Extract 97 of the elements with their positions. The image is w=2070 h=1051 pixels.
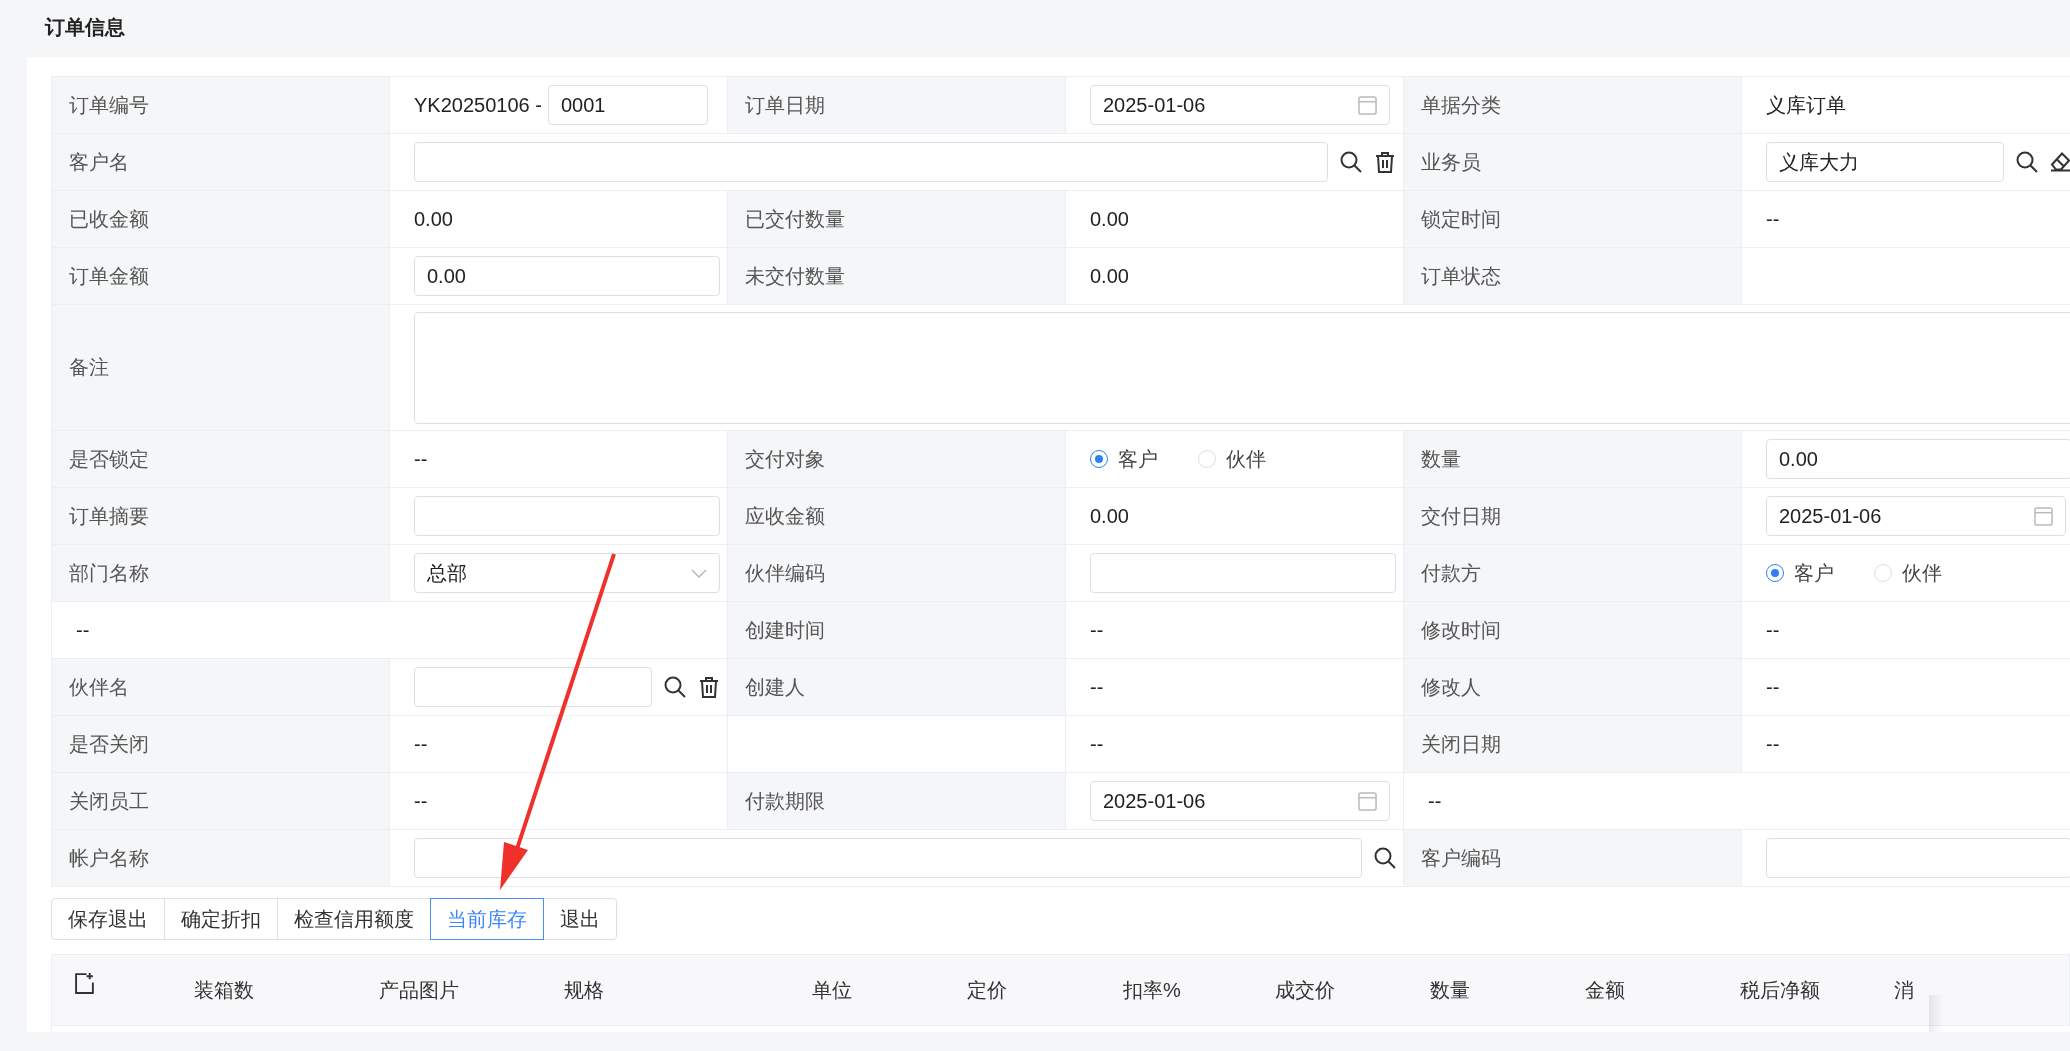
chevron-down-icon <box>691 568 707 578</box>
radio-option[interactable]: 伙伴 <box>1198 445 1266 473</box>
eraser-icon[interactable] <box>2050 151 2070 173</box>
field-label: 未交付数量 <box>745 263 845 289</box>
input-field[interactable]: 0.00 <box>1766 439 2070 479</box>
field-label: 关闭日期 <box>1421 731 1501 757</box>
field-value: 0.00 <box>1090 264 1129 288</box>
field-label: 订单编号 <box>69 92 149 118</box>
field-label: 创建时间 <box>745 617 825 643</box>
field-label: 单据分类 <box>1421 92 1501 118</box>
field-value: -- <box>1090 618 1104 642</box>
field-label: 业务员 <box>1421 149 1481 175</box>
field-label: 订单金额 <box>69 263 149 289</box>
input-field[interactable] <box>414 142 1328 182</box>
column-header: 装箱数 <box>194 978 254 1001</box>
field-value: -- <box>1766 732 1780 756</box>
field-label: 客户编码 <box>1421 845 1501 871</box>
input-field[interactable]: 0.00 <box>414 256 720 296</box>
radio-option[interactable]: 伙伴 <box>1874 559 1942 587</box>
field-label: 帐户名称 <box>69 845 149 871</box>
field-label: 客户名 <box>69 149 129 175</box>
column-header: 定价 <box>967 978 1007 1001</box>
column-header: 成交价 <box>1275 978 1335 1001</box>
field-label: 是否锁定 <box>69 446 149 472</box>
section-title: 订单信息 <box>43 15 125 40</box>
input-field[interactable] <box>414 496 720 536</box>
field-label: 关闭员工 <box>69 788 149 814</box>
field-value: -- <box>1428 789 1442 813</box>
input-field[interactable] <box>1766 838 2070 878</box>
date-field[interactable]: 2025-01-06 <box>1090 85 1390 125</box>
field-value: -- <box>1090 675 1104 699</box>
trash-icon[interactable] <box>1374 151 1396 173</box>
toolbar-button[interactable]: 检查信用额度 <box>277 898 431 940</box>
field-label: 交付对象 <box>745 446 825 472</box>
field-value: -- <box>1766 618 1780 642</box>
radio-option[interactable]: 客户 <box>1090 445 1158 473</box>
search-icon[interactable] <box>1340 151 1362 173</box>
field-label: 付款期限 <box>745 788 825 814</box>
search-icon[interactable] <box>1374 847 1396 869</box>
input-field[interactable]: 0001 <box>547 85 708 125</box>
field-label: 交付日期 <box>1421 503 1501 529</box>
calendar-icon <box>2034 506 2053 526</box>
add-row-icon[interactable] <box>75 972 95 994</box>
date-field[interactable]: 2025-01-06 <box>1766 496 2066 536</box>
field-value: YK20250106 - <box>414 93 542 117</box>
column-header: 税后净额 <box>1740 978 1820 1001</box>
field-label: 伙伴名 <box>69 674 129 700</box>
field-value: 义库订单 <box>1766 92 1846 118</box>
toolbar-button[interactable]: 退出 <box>543 898 617 940</box>
field-value: -- <box>1766 675 1780 699</box>
trash-icon[interactable] <box>698 676 720 698</box>
input-field[interactable]: 义库大力 <box>1766 142 2004 182</box>
field-label: 订单日期 <box>745 92 825 118</box>
field-label: 锁定时间 <box>1421 206 1501 232</box>
calendar-icon <box>1358 791 1377 811</box>
toolbar-button[interactable]: 确定折扣 <box>164 898 278 940</box>
toolbar-button[interactable]: 保存退出 <box>51 898 165 940</box>
input-field[interactable] <box>414 667 652 707</box>
field-label: 已交付数量 <box>745 206 845 232</box>
field-label: 伙伴编码 <box>745 560 825 586</box>
column-header: 金额 <box>1585 978 1625 1001</box>
field-label: 应收金额 <box>745 503 825 529</box>
field-value: 0.00 <box>414 207 453 231</box>
field-value: -- <box>76 618 90 642</box>
input-field[interactable] <box>414 838 1362 878</box>
field-value: 0.00 <box>1090 207 1129 231</box>
field-label: 备注 <box>69 355 109 380</box>
field-label: 修改时间 <box>1421 617 1501 643</box>
field-label: 数量 <box>1421 446 1461 472</box>
field-label: 修改人 <box>1421 674 1481 700</box>
field-label: 付款方 <box>1421 560 1481 586</box>
field-value: -- <box>414 789 428 813</box>
search-icon[interactable] <box>664 676 686 698</box>
calendar-icon <box>1358 95 1377 115</box>
column-header: 单位 <box>812 978 852 1001</box>
dropdown-field[interactable]: 总部 <box>414 553 720 593</box>
field-value: 0.00 <box>1090 504 1129 528</box>
column-header: 消 <box>1894 978 1914 1001</box>
column-header: 产品图片 <box>379 978 459 1001</box>
toolbar-button[interactable]: 当前库存 <box>430 898 544 940</box>
input-field[interactable] <box>1090 553 1396 593</box>
field-value: -- <box>1090 732 1104 756</box>
column-header: 扣率% <box>1123 978 1181 1001</box>
column-header: 规格 <box>564 978 604 1001</box>
field-label: 创建人 <box>745 674 805 700</box>
field-label: 订单状态 <box>1421 263 1501 289</box>
field-value: -- <box>1766 207 1780 231</box>
radio-option[interactable]: 客户 <box>1766 559 1834 587</box>
column-header: 数量 <box>1430 978 1470 1001</box>
date-field[interactable]: 2025-01-06 <box>1090 781 1390 821</box>
field-value: -- <box>414 732 428 756</box>
field-label: 部门名称 <box>69 560 149 586</box>
field-value: -- <box>414 447 428 471</box>
field-label: 是否关闭 <box>69 731 149 757</box>
field-label: 已收金额 <box>69 206 149 232</box>
field-label: 订单摘要 <box>69 503 149 529</box>
search-icon[interactable] <box>2016 151 2038 173</box>
